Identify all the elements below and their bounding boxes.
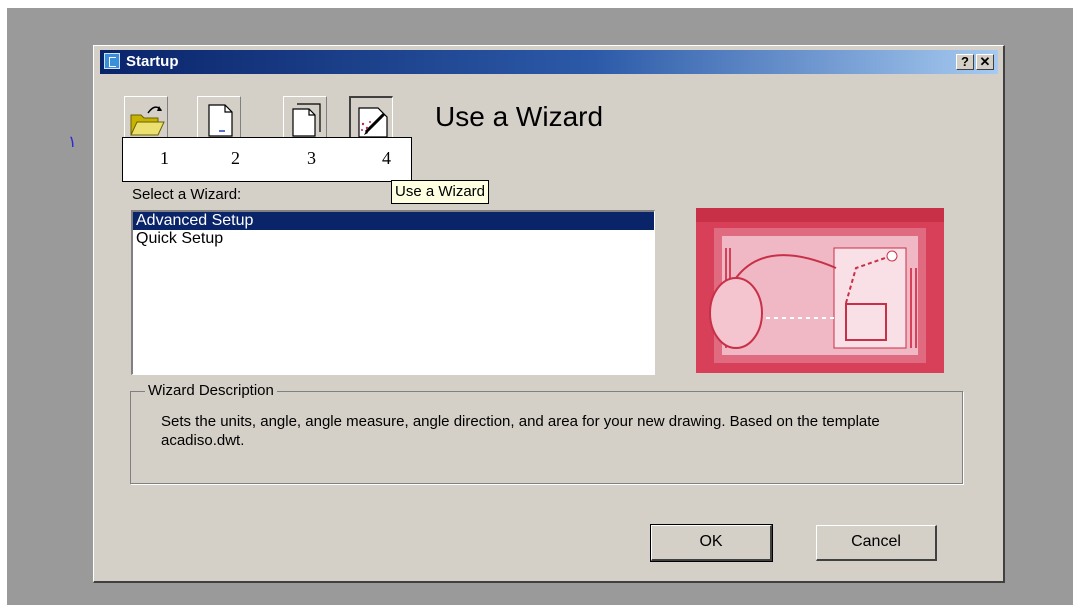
select-wizard-label: Select a Wizard:: [132, 186, 242, 203]
wizard-description-text: Sets the units, angle, angle measure, an…: [161, 413, 880, 449]
overlay-number-2: 2: [231, 148, 240, 168]
wizard-list[interactable]: Advanced Setup Quick Setup: [131, 210, 655, 375]
window-title: Startup: [126, 53, 179, 70]
cancel-button[interactable]: Cancel: [816, 525, 937, 561]
close-icon: ✕: [979, 54, 991, 69]
wizard-pencil-icon: [358, 107, 388, 138]
mode-title: Use a Wizard: [435, 101, 604, 132]
tooltip: Use a Wizard: [391, 180, 490, 204]
wizard-description-legend: Wizard Description: [145, 382, 277, 399]
wizard-description-group: Wizard Description Sets the units, angle…: [130, 382, 963, 484]
overlay-number-4: 4: [382, 148, 391, 168]
wizard-preview-image: [696, 208, 944, 373]
number-overlay: 1 2 3 4: [122, 137, 412, 182]
startup-dialog: Startup ? ✕ Use a Wizard Select a Wizard…: [93, 45, 1005, 583]
side-mark: ١: [68, 132, 77, 151]
list-item-quick-setup[interactable]: Quick Setup: [133, 230, 654, 248]
list-item-advanced-setup[interactable]: Advanced Setup: [133, 212, 654, 230]
app-icon: [104, 53, 120, 69]
ok-button[interactable]: OK: [650, 524, 773, 562]
blank-page-icon: [208, 104, 233, 137]
overlay-number-3: 3: [307, 148, 316, 168]
open-folder-icon: [130, 106, 165, 136]
overlay-number-1: 1: [160, 148, 169, 168]
template-page-icon: [292, 103, 321, 137]
close-button[interactable]: ✕: [976, 54, 994, 70]
help-button[interactable]: ?: [956, 54, 974, 70]
title-bar[interactable]: Startup ? ✕: [100, 50, 998, 74]
